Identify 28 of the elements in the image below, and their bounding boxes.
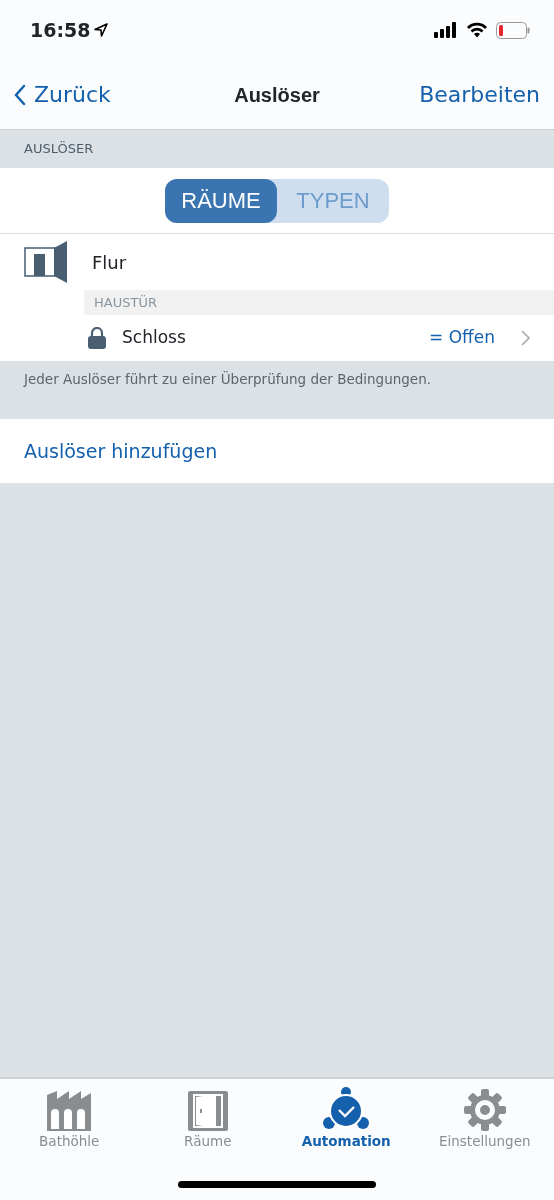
automation-check-icon (323, 1087, 370, 1131)
trigger-name: Schloss (122, 326, 187, 350)
lock-icon (88, 327, 106, 349)
footer-note: Jeder Auslöser führt zu einer Überprüfung der Bedingungen. (24, 371, 431, 387)
section-header: AUSLÖSER (24, 140, 94, 159)
wifi-icon (466, 22, 488, 38)
tab-bar-item[interactable]: Bathöhle (0, 1079, 139, 1200)
tab-bar-item[interactable]: Automation (277, 1079, 416, 1200)
trigger-value: = Offen (429, 326, 495, 350)
segment-tab[interactable]: RÄUME (165, 178, 277, 223)
clock-time: 16:58 (30, 17, 91, 43)
battery-icon (496, 21, 530, 39)
factory-icon (47, 1091, 92, 1131)
chevron-right-icon (521, 330, 530, 346)
back-button[interactable]: Zurück (14, 78, 111, 111)
room-name: Flur (92, 250, 127, 275)
device-header: HAUSTÜR (84, 290, 554, 315)
room-door-icon (24, 240, 68, 284)
edit-button[interactable]: Bearbeiten (419, 78, 540, 111)
settings-icon (463, 1089, 506, 1131)
screen-title: Auslöser (234, 82, 320, 108)
door-icon (187, 1091, 228, 1131)
add-trigger-link[interactable]: Auslöser hinzufügen (24, 436, 218, 466)
signal-icon (434, 22, 458, 38)
location-arrow-icon (94, 23, 109, 37)
chevron-left-icon (14, 83, 26, 106)
tab-bar-item[interactable]: Einstellungen (415, 1079, 554, 1200)
trigger-row[interactable]: Schloss = Offen (0, 315, 554, 361)
